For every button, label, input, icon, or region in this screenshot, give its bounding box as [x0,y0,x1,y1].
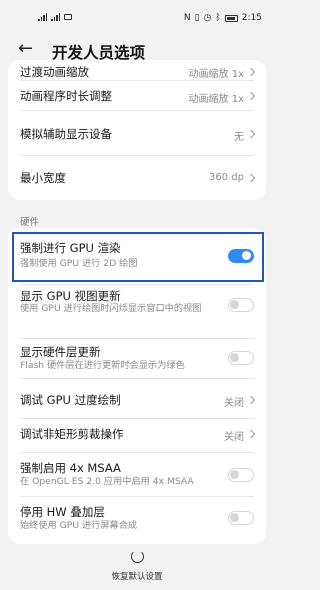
setting-label: 显示 GPU 视图更新 [20,289,121,303]
chevron-right-icon [246,67,256,77]
vibrate-icon: ▯ [194,13,200,23]
setting-label: 最小宽度 [20,171,66,185]
signal-icon-2 [51,13,60,21]
setting-value: 动画缩放 1x [188,94,244,105]
reset-defaults-button[interactable]: 恢复默认设置 [0,548,274,590]
section-label-hardware: 硬件 [20,217,40,228]
status-bar: N ▯ ◷ ᛒ 2:15 [0,0,274,36]
setting-label: 调试非矩形剪裁操作 [20,427,124,441]
chevron-right-icon [246,129,256,139]
setting-row-transition-animation-scale[interactable]: 过渡动画缩放 动画缩放 1x [8,60,266,80]
alarm-icon: ◷ [203,13,212,23]
setting-description: 始终使用 GPU 进行屏幕合成 [20,520,138,531]
display-settings-card: 过渡动画缩放 动画缩放 1x 动画程序时长调整 动画缩放 1x 模拟辅助显示设备… [8,60,266,200]
chevron-right-icon [246,429,256,439]
toggle-knob [230,513,239,522]
setting-value: 无 [234,132,244,143]
setting-value: 动画缩放 1x [188,69,244,80]
toggle-switch-off[interactable] [228,351,254,365]
toggle-knob [230,470,239,479]
setting-row-smallest-width[interactable]: 最小宽度 360 dp [8,155,266,200]
setting-label: 过渡动画缩放 [20,65,89,79]
reset-icon [131,550,144,563]
setting-row-animator-duration-scale[interactable]: 动画程序时长调整 动画缩放 1x [8,80,266,110]
bluetooth-icon: ᛒ [215,13,221,23]
toggle-switch-off[interactable] [228,468,254,482]
setting-value: 关闭 [224,432,244,443]
toggle-switch-off[interactable] [228,298,254,312]
hardware-settings-card: 强制进行 GPU 渲染 强制使用 GPU 进行 2D 绘图 显示 GPU 视图更… [8,228,266,544]
battery-icon [224,14,238,22]
setting-row-simulate-secondary-display[interactable]: 模拟辅助显示设备 无 [8,110,266,155]
setting-description: 强制使用 GPU 进行 2D 绘图 [20,258,138,269]
setting-row-show-hardware-layer-updates[interactable]: 显示硬件层更新 Flash 硬件层在进行更新时会显示为绿色 [8,338,266,382]
setting-label: 强制进行 GPU 渲染 [20,241,121,255]
setting-row-show-gpu-view-updates[interactable]: 显示 GPU 视图更新 使用 GPU 进行绘图时闪烁显示窗口中的视图 [8,284,266,332]
signal-icon [38,13,47,21]
setting-value: 关闭 [224,398,244,409]
setting-label: 停用 HW 叠加层 [20,505,105,519]
status-time: 2:15 [241,13,262,23]
status-left-icons [38,13,72,21]
nfc-icon: N [183,13,191,23]
toggle-knob [242,251,251,260]
briefcase-icon [64,14,72,20]
status-right-icons: N ▯ ◷ ᛒ 2:15 [184,13,262,23]
setting-row-force-4x-msaa[interactable]: 强制启用 4x MSAA 在 OpenGL ES 2.0 应用中启用 4x MS… [8,452,266,496]
toggle-switch-on[interactable] [228,249,254,263]
setting-description: 在 OpenGL ES 2.0 应用中启用 4x MSAA [20,476,194,487]
setting-label: 动画程序时长调整 [20,89,112,103]
chevron-right-icon [246,91,256,101]
setting-description: 使用 GPU 进行绘图时闪烁显示窗口中的视图 [20,303,202,314]
chevron-right-icon [246,173,256,183]
reset-label: 恢复默认设置 [111,572,163,582]
setting-value: 360 dp [209,172,244,183]
setting-row-force-gpu-rendering[interactable]: 强制进行 GPU 渲染 强制使用 GPU 进行 2D 绘图 [8,228,266,284]
toggle-knob [230,300,239,309]
setting-row-debug-gpu-overdraw[interactable]: 调试 GPU 过度绘制 关闭 [8,378,266,414]
setting-label: 调试 GPU 过度绘制 [20,393,121,407]
setting-description: Flash 硬件层在进行更新时会显示为绿色 [20,360,185,371]
setting-row-disable-hw-overlays[interactable]: 停用 HW 叠加层 始终使用 GPU 进行屏幕合成 [8,496,266,544]
toggle-switch-off[interactable] [228,511,254,525]
setting-label: 显示硬件层更新 [20,345,101,359]
chevron-right-icon [246,395,256,405]
setting-label: 模拟辅助显示设备 [20,127,112,141]
toggle-knob [230,353,239,362]
back-arrow-icon[interactable]: ← [18,38,33,59]
setting-row-debug-non-rectangular-clip[interactable]: 调试非矩形剪裁操作 关闭 [8,418,266,450]
setting-label: 强制启用 4x MSAA [20,461,121,475]
